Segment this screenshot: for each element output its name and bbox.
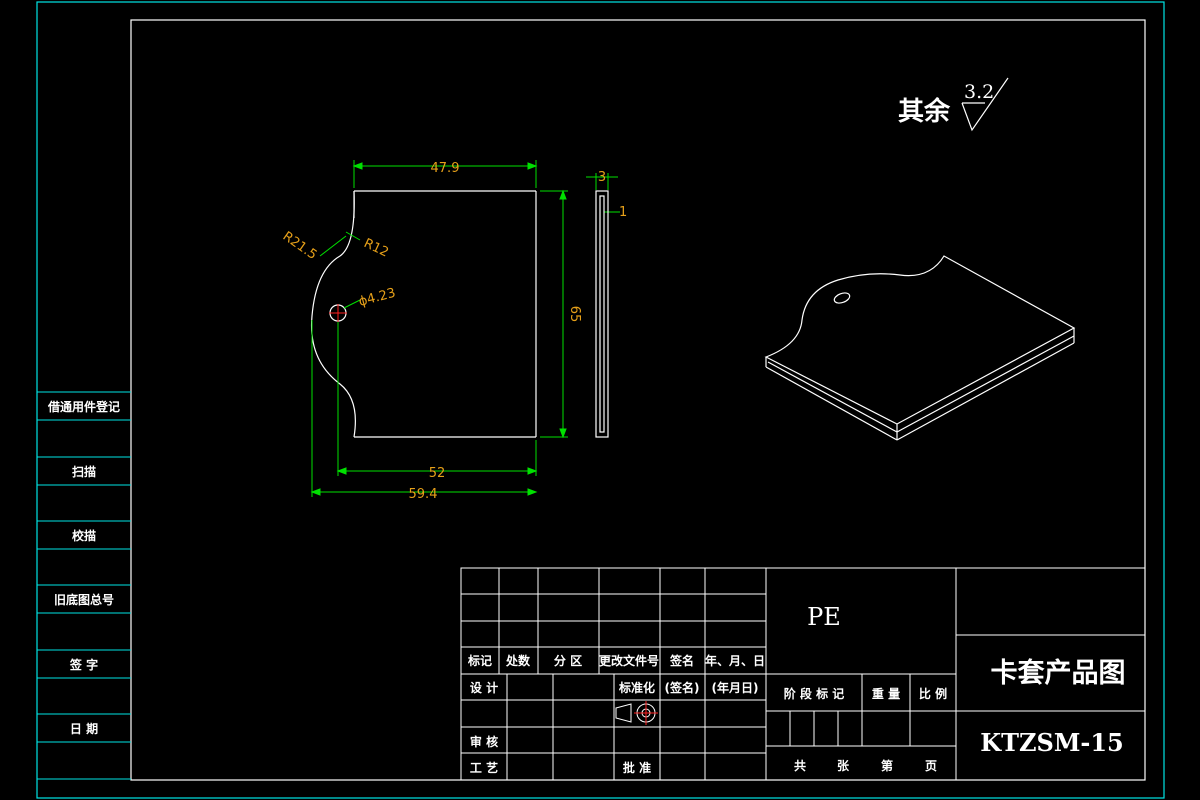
rev-header-zone: 分 区: [554, 653, 582, 668]
strip-item-scan: 扫描: [72, 464, 96, 479]
drawing-number: KTZSM-15: [980, 728, 1124, 757]
sign-label: (签名): [665, 680, 700, 695]
hole-center-mark: [329, 304, 347, 322]
drawing-canvas: 借通用件登记 扫描 校描 旧底图总号 签 字 日 期 其余 3.2 47.9 6…: [36, 1, 1165, 799]
roughness-value: 3.2: [964, 81, 994, 103]
strip-item-old-number: 旧底图总号: [54, 592, 114, 607]
dimension-lines: [310, 160, 620, 497]
strip-item-trace: 校描: [72, 528, 96, 543]
strip-item-register: 借通用件登记: [47, 399, 120, 414]
projection-symbol: [615, 701, 658, 725]
total-label: 共: [794, 758, 806, 773]
strip-item-date: 日 期: [70, 721, 98, 736]
surface-finish-label: 其余: [898, 96, 951, 127]
sheets-label: 张: [837, 758, 850, 773]
dim-width-top: 47.9: [431, 161, 460, 176]
dim-thickness: 3: [598, 170, 606, 185]
rev-header-count: 处数: [505, 653, 531, 668]
front-view: [310, 190, 537, 438]
iso-hole: [833, 292, 851, 304]
approve-label: 批 准: [623, 760, 651, 775]
dim-height: 65: [567, 306, 582, 323]
isometric-view: [764, 255, 1076, 441]
dim-radius-large: R21.5: [280, 229, 320, 263]
rev-header-date: 年、月、日: [705, 653, 765, 668]
drawing-title: 卡套产品图: [991, 658, 1126, 689]
review-label: 审 核: [470, 734, 498, 749]
date-label: (年月日): [712, 680, 759, 695]
page-suffix-label: 页: [925, 759, 937, 773]
dim-groove: 1: [619, 205, 627, 220]
dim-width-bottom: 52: [429, 466, 446, 481]
page-label: 第: [881, 758, 893, 773]
side-view: [595, 190, 609, 438]
scale-label: 比 例: [919, 686, 947, 701]
standardize-label: 标准化: [618, 680, 655, 695]
front-view-curved-edge: [310, 190, 356, 438]
dim-hole: ϕ4.23: [357, 286, 397, 310]
rev-header-mark: 标记: [467, 653, 492, 668]
iso-top-face: [764, 255, 1076, 425]
left-strip: [37, 391, 131, 780]
rev-header-sign: 签名: [669, 653, 694, 668]
rev-header-doc: 更改文件号: [599, 653, 659, 668]
stage-label: 阶 段 标 记: [784, 686, 845, 701]
dim-radius-small: R12: [361, 236, 391, 260]
weight-label: 重 量: [872, 686, 900, 701]
strip-item-signature: 签 字: [69, 657, 98, 672]
material-value: PE: [807, 603, 841, 631]
dim-overall-width: 59.4: [409, 487, 438, 502]
process-label: 工 艺: [470, 760, 498, 775]
design-label: 设 计: [470, 680, 498, 695]
